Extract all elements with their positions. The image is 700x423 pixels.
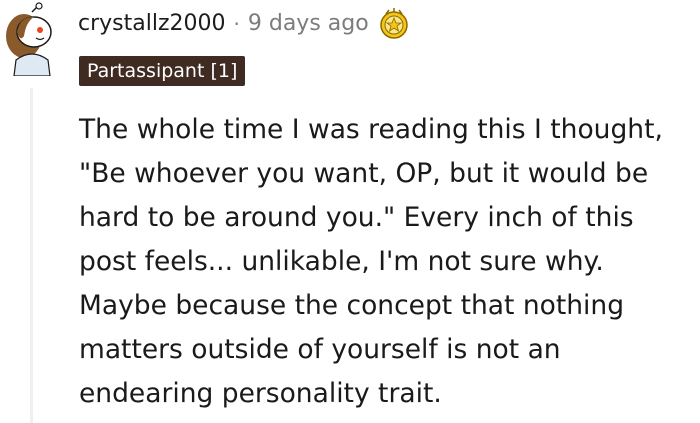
user-flair: Partassipant [1] xyxy=(79,56,246,86)
meta-separator: · xyxy=(233,12,240,36)
comment-meta: crystallz2000 · 9 days ago xyxy=(78,8,409,40)
comment-text: The whole time I was reading this I thou… xyxy=(79,114,663,409)
gold-award-icon xyxy=(379,8,408,39)
comment-body: The whole time I was reading this I thou… xyxy=(79,108,689,416)
award-badge[interactable] xyxy=(379,8,409,40)
username-link[interactable]: crystallz2000 xyxy=(78,9,226,39)
avatar[interactable] xyxy=(2,2,62,77)
thread-line[interactable] xyxy=(30,88,33,423)
snoo-avatar-icon xyxy=(6,2,52,77)
timestamp-link[interactable]: 9 days ago xyxy=(248,9,369,39)
